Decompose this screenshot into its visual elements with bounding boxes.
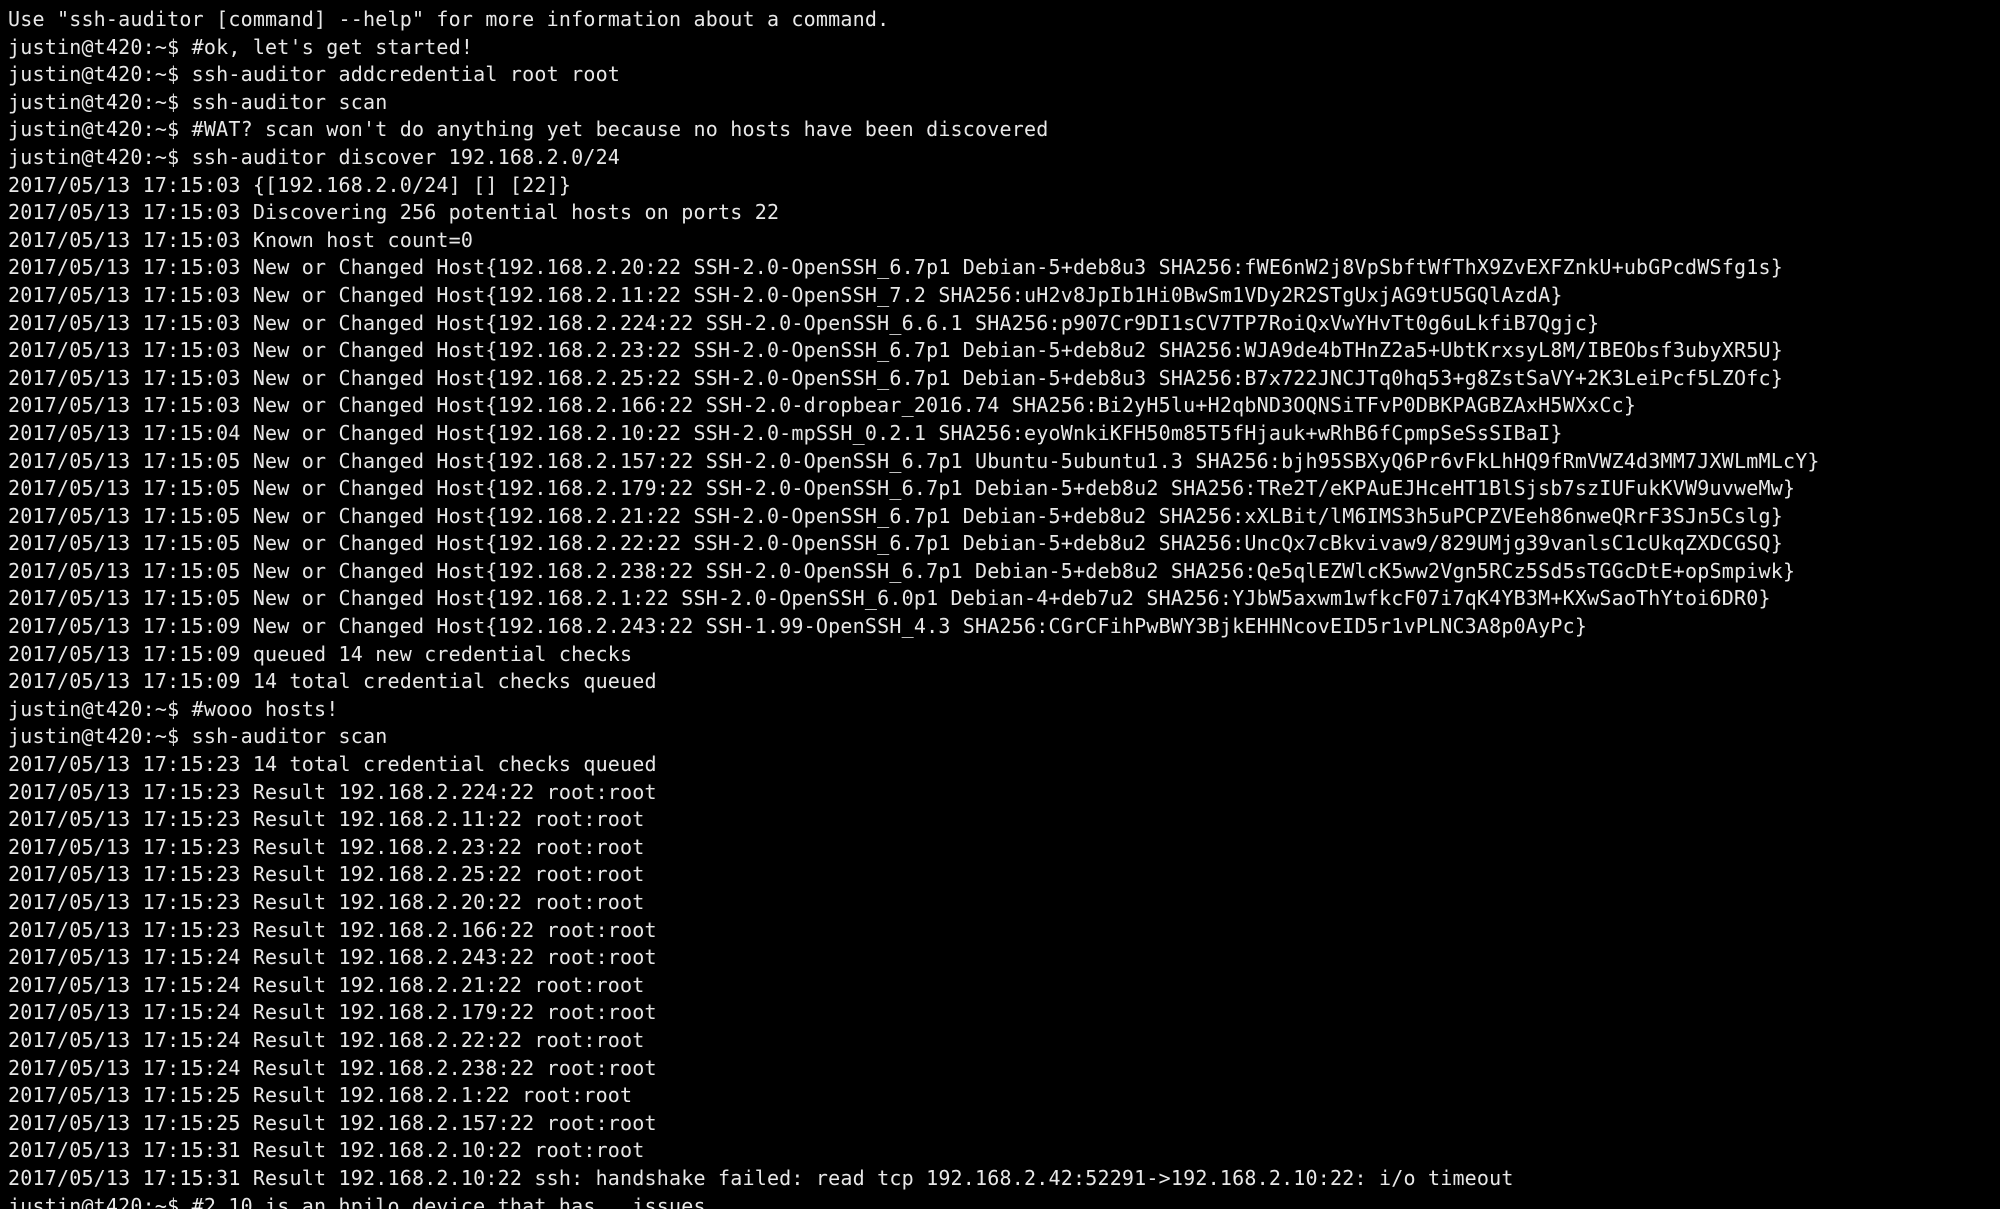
terminal-line: 2017/05/13 17:15:25 Result 192.168.2.1:2… bbox=[8, 1082, 1992, 1110]
terminal-line: 2017/05/13 17:15:03 New or Changed Host{… bbox=[8, 282, 1992, 310]
terminal-line: justin@t420:~$ ssh-auditor discover 192.… bbox=[8, 144, 1992, 172]
terminal-line: 2017/05/13 17:15:09 14 total credential … bbox=[8, 668, 1992, 696]
terminal-line: 2017/05/13 17:15:23 Result 192.168.2.23:… bbox=[8, 834, 1992, 862]
terminal-line: Use "ssh-auditor [command] --help" for m… bbox=[8, 6, 1992, 34]
shell-prompt: justin@t420:~$ bbox=[8, 697, 179, 721]
terminal-line: 2017/05/13 17:15:24 Result 192.168.2.238… bbox=[8, 1055, 1992, 1083]
terminal-line: justin@t420:~$ ssh-auditor scan bbox=[8, 723, 1992, 751]
terminal-line: 2017/05/13 17:15:03 {[192.168.2.0/24] []… bbox=[8, 172, 1992, 200]
terminal-line: 2017/05/13 17:15:03 New or Changed Host{… bbox=[8, 310, 1992, 338]
terminal-line: 2017/05/13 17:15:24 Result 192.168.2.179… bbox=[8, 999, 1992, 1027]
terminal-line: 2017/05/13 17:15:05 New or Changed Host{… bbox=[8, 448, 1992, 476]
terminal-line: justin@t420:~$ #2.10 is an hpilo device … bbox=[8, 1193, 1992, 1209]
command-text: ssh-auditor scan bbox=[179, 90, 387, 114]
terminal-line: 2017/05/13 17:15:03 New or Changed Host{… bbox=[8, 254, 1992, 282]
terminal-line: justin@t420:~$ ssh-auditor addcredential… bbox=[8, 61, 1992, 89]
terminal-line: 2017/05/13 17:15:23 Result 192.168.2.20:… bbox=[8, 889, 1992, 917]
shell-prompt: justin@t420:~$ bbox=[8, 145, 179, 169]
terminal-line: 2017/05/13 17:15:05 New or Changed Host{… bbox=[8, 503, 1992, 531]
terminal-output[interactable]: Use "ssh-auditor [command] --help" for m… bbox=[0, 0, 2000, 1209]
terminal-line: 2017/05/13 17:15:09 queued 14 new creden… bbox=[8, 641, 1992, 669]
terminal-line: justin@t420:~$ #WAT? scan won't do anyth… bbox=[8, 116, 1992, 144]
terminal-line: 2017/05/13 17:15:23 Result 192.168.2.224… bbox=[8, 779, 1992, 807]
terminal-line: 2017/05/13 17:15:03 Discovering 256 pote… bbox=[8, 199, 1992, 227]
terminal-line: 2017/05/13 17:15:05 New or Changed Host{… bbox=[8, 475, 1992, 503]
shell-prompt: justin@t420:~$ bbox=[8, 724, 179, 748]
terminal-line: 2017/05/13 17:15:23 Result 192.168.2.166… bbox=[8, 917, 1992, 945]
shell-prompt: justin@t420:~$ bbox=[8, 1194, 179, 1209]
terminal-line: 2017/05/13 17:15:23 Result 192.168.2.25:… bbox=[8, 861, 1992, 889]
command-text: ssh-auditor addcredential root root bbox=[179, 62, 620, 86]
command-text: #WAT? scan won't do anything yet because… bbox=[179, 117, 1048, 141]
command-text: ssh-auditor scan bbox=[179, 724, 387, 748]
terminal-line: 2017/05/13 17:15:31 Result 192.168.2.10:… bbox=[8, 1165, 1992, 1193]
terminal-line: 2017/05/13 17:15:03 New or Changed Host{… bbox=[8, 337, 1992, 365]
terminal-line: 2017/05/13 17:15:24 Result 192.168.2.21:… bbox=[8, 972, 1992, 1000]
terminal-line: 2017/05/13 17:15:24 Result 192.168.2.243… bbox=[8, 944, 1992, 972]
terminal-line: justin@t420:~$ #ok, let's get started! bbox=[8, 34, 1992, 62]
terminal-line: 2017/05/13 17:15:03 New or Changed Host{… bbox=[8, 392, 1992, 420]
terminal-line: 2017/05/13 17:15:24 Result 192.168.2.22:… bbox=[8, 1027, 1992, 1055]
terminal-line: 2017/05/13 17:15:03 Known host count=0 bbox=[8, 227, 1992, 255]
command-text: #2.10 is an hpilo device that has.. issu… bbox=[179, 1194, 705, 1209]
terminal-line: 2017/05/13 17:15:09 New or Changed Host{… bbox=[8, 613, 1992, 641]
command-text: #wooo hosts! bbox=[179, 697, 338, 721]
shell-prompt: justin@t420:~$ bbox=[8, 90, 179, 114]
terminal-line: 2017/05/13 17:15:05 New or Changed Host{… bbox=[8, 530, 1992, 558]
terminal-line: 2017/05/13 17:15:23 Result 192.168.2.11:… bbox=[8, 806, 1992, 834]
terminal-line: 2017/05/13 17:15:03 New or Changed Host{… bbox=[8, 365, 1992, 393]
shell-prompt: justin@t420:~$ bbox=[8, 62, 179, 86]
shell-prompt: justin@t420:~$ bbox=[8, 117, 179, 141]
terminal-line: justin@t420:~$ #wooo hosts! bbox=[8, 696, 1992, 724]
terminal-line: 2017/05/13 17:15:05 New or Changed Host{… bbox=[8, 558, 1992, 586]
terminal-line: 2017/05/13 17:15:05 New or Changed Host{… bbox=[8, 585, 1992, 613]
terminal-line: 2017/05/13 17:15:31 Result 192.168.2.10:… bbox=[8, 1137, 1992, 1165]
shell-prompt: justin@t420:~$ bbox=[8, 35, 179, 59]
terminal-line: 2017/05/13 17:15:04 New or Changed Host{… bbox=[8, 420, 1992, 448]
terminal-line: justin@t420:~$ ssh-auditor scan bbox=[8, 89, 1992, 117]
terminal-line: 2017/05/13 17:15:23 14 total credential … bbox=[8, 751, 1992, 779]
terminal-line: 2017/05/13 17:15:25 Result 192.168.2.157… bbox=[8, 1110, 1992, 1138]
command-text: ssh-auditor discover 192.168.2.0/24 bbox=[179, 145, 620, 169]
command-text: #ok, let's get started! bbox=[179, 35, 473, 59]
